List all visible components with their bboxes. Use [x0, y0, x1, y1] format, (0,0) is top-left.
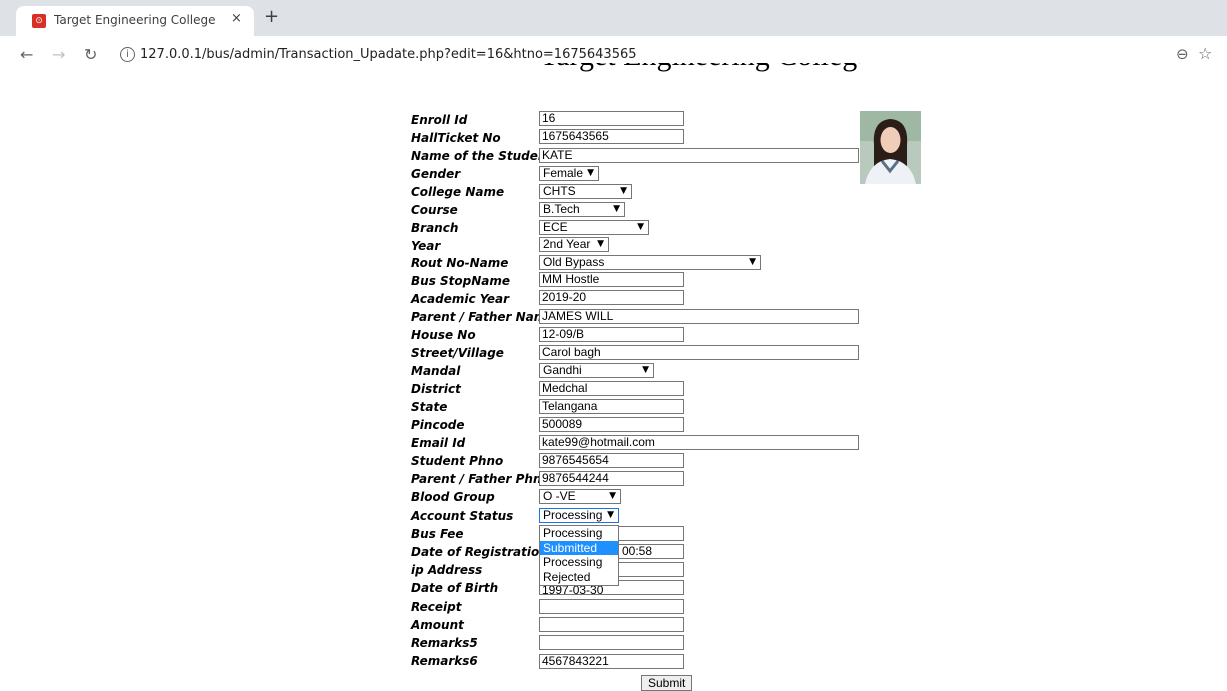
student-name-field[interactable]: KATE: [539, 148, 859, 163]
account-status-select[interactable]: Processing ▼: [539, 508, 619, 523]
year-value: 2nd Year: [543, 237, 591, 251]
label-district: District: [411, 382, 461, 396]
reload-icon[interactable]: ↻: [84, 45, 97, 64]
bus-stop-field[interactable]: MM Hostle: [539, 272, 684, 287]
hallticket-field[interactable]: 1675643565: [539, 129, 684, 144]
course-value: B.Tech: [543, 202, 580, 216]
new-tab-icon[interactable]: +: [264, 6, 279, 27]
forward-icon[interactable]: →: [52, 45, 65, 64]
receipt-field[interactable]: [539, 599, 684, 614]
label-account-status: Account Status: [411, 509, 514, 523]
dropdown-option[interactable]: Processing: [540, 555, 618, 570]
house-no-field[interactable]: 12-09/B: [539, 327, 684, 342]
label-state: State: [411, 400, 448, 414]
course-select[interactable]: B.Tech ▼: [539, 202, 625, 217]
chevron-down-icon: ▼: [637, 222, 644, 232]
page-title: Target Engineering College Transport: [540, 63, 860, 73]
tab-strip: ⊙ Target Engineering College × +: [0, 0, 1227, 36]
label-parent-name: Parent / Father Name: [411, 310, 555, 324]
label-student-phone: Student Phno: [411, 454, 504, 468]
info-icon[interactable]: i: [120, 47, 135, 62]
label-mandal: Mandal: [411, 364, 461, 378]
label-email: Email Id: [411, 436, 466, 450]
dropdown-option-highlighted[interactable]: Submitted: [540, 540, 618, 556]
chevron-down-icon: ▼: [642, 365, 649, 375]
mandal-value: Gandhi: [543, 363, 582, 377]
blood-group-value: O -VE: [543, 489, 576, 503]
gender-value: Female: [543, 166, 584, 180]
label-parent-phone: Parent / Father Phno: [411, 472, 550, 486]
label-dob: Date of Birth: [411, 581, 499, 595]
label-academic-year: Academic Year: [411, 292, 510, 306]
label-course: Course: [411, 203, 458, 217]
remarks6-field[interactable]: 4567843221: [539, 654, 684, 669]
student-phone-field[interactable]: 9876545654: [539, 453, 684, 468]
dropdown-option[interactable]: Processing: [540, 526, 618, 541]
label-blood-group: Blood Group: [411, 490, 495, 504]
chevron-down-icon: ▼: [749, 257, 756, 267]
zoom-icon[interactable]: ⊖: [1176, 45, 1189, 63]
page-heading-container: Target Engineering College Transport: [540, 63, 860, 73]
label-street: Street/Village: [411, 346, 504, 360]
label-remarks5: Remarks5: [411, 636, 478, 650]
route-value: Old Bypass: [543, 255, 605, 269]
pincode-field[interactable]: 500089: [539, 417, 684, 432]
label-bus-fee: Bus Fee: [411, 527, 464, 541]
gender-select[interactable]: Female ▼: [539, 166, 599, 181]
route-select[interactable]: Old Bypass ▼: [539, 255, 761, 270]
branch-value: ECE: [543, 220, 568, 234]
chevron-down-icon: ▼: [609, 491, 616, 501]
label-gender: Gender: [411, 167, 461, 181]
student-photo: [860, 111, 921, 184]
label-bus-stop: Bus StopName: [411, 274, 511, 288]
student-photo-image: [860, 111, 921, 184]
label-date-registration: Date of Registration: [411, 545, 548, 559]
amount-field[interactable]: [539, 617, 684, 632]
submit-button[interactable]: Submit: [641, 675, 693, 691]
mandal-select[interactable]: Gandhi ▼: [539, 363, 654, 378]
back-icon[interactable]: ←: [20, 45, 33, 64]
browser-tab[interactable]: ⊙ Target Engineering College ×: [16, 6, 254, 36]
dropdown-option[interactable]: Rejected: [540, 570, 618, 585]
close-tab-icon[interactable]: ×: [231, 11, 242, 26]
state-field[interactable]: Telangana: [539, 399, 684, 414]
district-field[interactable]: Medchal: [539, 381, 684, 396]
label-hallticket: HallTicket No: [411, 131, 501, 145]
email-field[interactable]: kate99@hotmail.com: [539, 435, 859, 450]
college-value: CHTS: [543, 184, 576, 198]
parent-name-field[interactable]: JAMES WILL: [539, 309, 859, 324]
account-status-value: Processing: [543, 508, 603, 522]
tab-title: Target Engineering College: [54, 13, 216, 27]
label-remarks6: Remarks6: [411, 654, 478, 668]
street-field[interactable]: Carol bagh: [539, 345, 859, 360]
chevron-down-icon: ▼: [620, 186, 627, 196]
label-receipt: Receipt: [411, 600, 462, 614]
blood-group-select[interactable]: O -VE ▼: [539, 489, 621, 504]
chevron-down-icon: ▼: [607, 510, 614, 520]
remarks5-field[interactable]: [539, 635, 684, 650]
chevron-down-icon: ▼: [613, 204, 620, 214]
label-pincode: Pincode: [411, 418, 465, 432]
star-icon[interactable]: ☆: [1198, 44, 1212, 63]
label-college: College Name: [411, 185, 505, 199]
chevron-down-icon: ▼: [587, 168, 594, 178]
enroll-id-field[interactable]: 16: [539, 111, 684, 126]
url-text: 127.0.0.1/bus/admin/Transaction_Upadate.…: [140, 47, 637, 62]
label-amount: Amount: [411, 618, 464, 632]
label-year: Year: [411, 239, 441, 253]
label-student-name: Name of the Student: [411, 149, 553, 163]
label-house-no: House No: [411, 328, 476, 342]
favicon-icon: ⊙: [32, 14, 46, 28]
year-select[interactable]: 2nd Year ▼: [539, 237, 609, 252]
academic-year-field[interactable]: 2019-20: [539, 290, 684, 305]
branch-select[interactable]: ECE ▼: [539, 220, 649, 235]
college-select[interactable]: CHTS ▼: [539, 184, 632, 199]
label-enroll-id: Enroll Id: [411, 113, 468, 127]
parent-phone-field[interactable]: 9876544244: [539, 471, 684, 486]
label-branch: Branch: [411, 221, 459, 235]
account-status-dropdown: Processing Submitted Processing Rejected: [539, 525, 619, 586]
label-route: Rout No-Name: [411, 256, 509, 270]
chevron-down-icon: ▼: [597, 239, 604, 249]
label-ip-address: ip Address: [411, 563, 483, 577]
